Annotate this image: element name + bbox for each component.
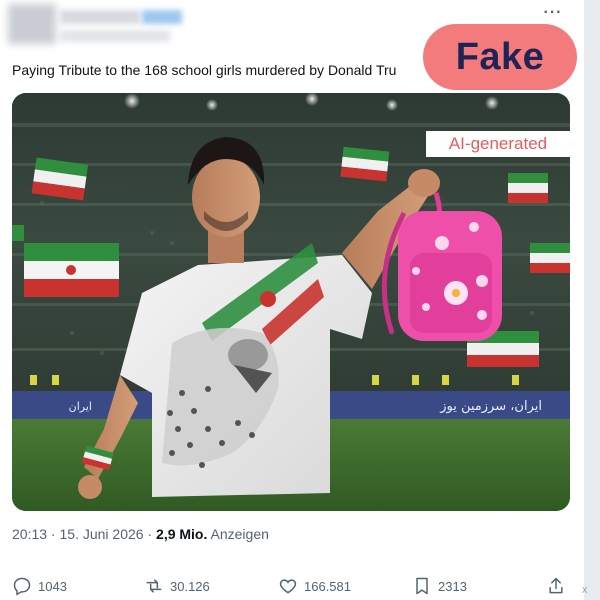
pink-backpack (381, 192, 502, 341)
more-options-button[interactable]: ··· (540, 4, 566, 24)
repost-count: 30.126 (170, 578, 210, 594)
like-count: 166.581 (304, 578, 351, 594)
bookmark-button[interactable]: 2313 (412, 572, 467, 600)
source-watermark: X (582, 586, 588, 595)
like-button[interactable]: 166.581 (278, 572, 351, 600)
left-hand (78, 475, 102, 499)
verified-badge (142, 10, 182, 24)
tweet-meta: 20:13 · 15. Juni 2026 · 2,9 Mio. Anzeige… (12, 526, 269, 542)
iran-emblem (260, 291, 276, 307)
share-button[interactable] (546, 572, 566, 600)
share-icon (549, 577, 563, 594)
tweet-text: Paying Tribute to the 168 school girls m… (12, 62, 397, 78)
ad-board-text: ایران، سرزمین یوز (439, 399, 542, 414)
meta-separator: · (143, 526, 157, 542)
views-label: Anzeigen (207, 526, 269, 542)
ai-generated-label: AI-generated (426, 131, 570, 157)
reply-icon (13, 577, 31, 596)
crowd-flag-right-mid (530, 243, 570, 273)
avatar[interactable] (8, 4, 56, 44)
crowd-flag-center (340, 146, 390, 182)
heart-icon (279, 579, 297, 594)
bookmark-count: 2313 (438, 578, 467, 594)
ad-board-text-left: ایران (69, 400, 92, 413)
tweet-date[interactable]: 15. Juni 2026 (60, 526, 144, 542)
fake-label-badge: Fake (423, 24, 577, 90)
bookmark-icon (416, 577, 428, 595)
tweet-actions: 1043 30.126 166.581 2313 (0, 572, 584, 600)
reply-count: 1043 (38, 578, 67, 594)
repost-icon (146, 579, 162, 593)
repost-button[interactable]: 30.126 (144, 572, 210, 600)
author-name[interactable] (60, 10, 140, 24)
blurred-author-header (8, 4, 198, 48)
tweet-card: ··· Paying Tribute to the 168 school gir… (0, 0, 584, 600)
crowd-flag-right (508, 173, 548, 203)
views-count[interactable]: 2,9 Mio. (156, 526, 207, 542)
author-handle[interactable] (60, 30, 170, 42)
reply-button[interactable]: 1043 (12, 572, 67, 600)
crowd-flag-left-top (31, 157, 89, 201)
page-edge (584, 0, 600, 600)
fist (408, 169, 440, 197)
meta-separator: · (47, 526, 60, 542)
tweet-time[interactable]: 20:13 (12, 526, 47, 542)
